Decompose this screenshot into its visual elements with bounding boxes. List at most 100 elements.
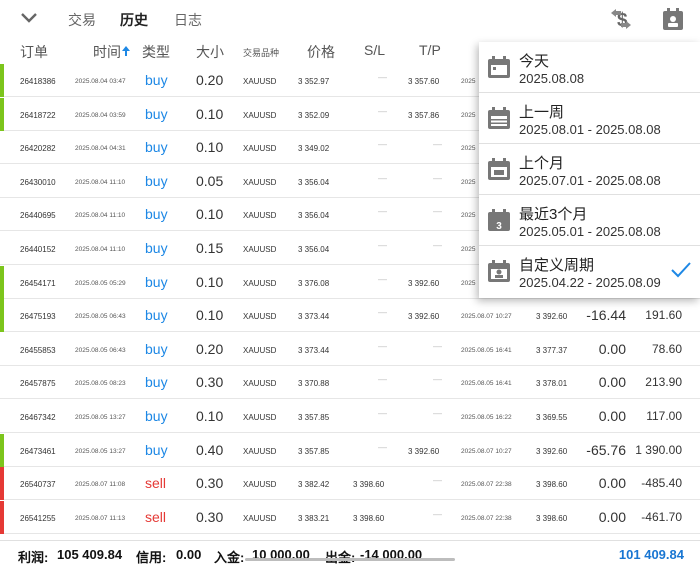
cell-size: 0.10: [196, 307, 224, 324]
period-option-range: 2025.08.08: [519, 71, 585, 86]
cell-type: buy: [145, 340, 168, 357]
cell-open-price: 3 352.97: [298, 77, 330, 86]
chevron-down-icon[interactable]: [18, 8, 40, 28]
cell-open-time: 2025.08.07 11:08: [75, 481, 126, 489]
cell-swap: -16.44: [586, 307, 626, 324]
cell-profit: 191.60: [645, 308, 682, 323]
cell-open-time: 2025.08.04 11:10: [75, 212, 126, 220]
credit-value: 0.00: [176, 547, 202, 562]
cell-take-profit: —: [433, 408, 442, 418]
period-option-range: 2025.08.01 - 2025.08.08: [519, 122, 661, 137]
cell-type: buy: [145, 408, 168, 424]
col-symbol[interactable]: 交易品种: [243, 46, 279, 59]
table-row[interactable]: 26473461 2025.08.05 13:27 buy 0.40 XAUUSD 3 3…: [0, 433, 700, 467]
period-option[interactable]: 上一周 2025.08.01 - 2025.08.08: [479, 93, 700, 144]
cell-symbol: XAUUSD: [243, 110, 277, 120]
col-type[interactable]: 类型: [142, 42, 170, 62]
col-size[interactable]: 大小: [196, 42, 224, 62]
cell-symbol: XAUUSD: [243, 379, 277, 389]
col-tp[interactable]: T/P: [419, 42, 441, 58]
cell-swap: 0.00: [598, 408, 626, 424]
cell-close-time: 2025: [461, 212, 476, 220]
cell-symbol: XAUUSD: [243, 245, 277, 254]
period-option-title: 自定义周期: [519, 257, 595, 274]
cell-take-profit: —: [433, 508, 442, 519]
top-bar: 交易 历史 日志 $: [0, 0, 700, 38]
cell-open-time: 2025.08.05 13:27: [75, 414, 126, 421]
tab-journal[interactable]: 日志: [174, 10, 202, 30]
calendar-custom-icon: [488, 260, 510, 282]
period-option[interactable]: 今天 2025.08.08: [479, 42, 700, 93]
cell-stop-loss: —: [378, 340, 387, 351]
calendar-day-icon: [488, 56, 510, 78]
period-option[interactable]: 3 最近3个月 2025.05.01 - 2025.08.08: [479, 195, 700, 246]
tab-history[interactable]: 历史: [120, 10, 148, 30]
cell-size: 0.10: [196, 105, 224, 122]
take-profit-marker: [0, 64, 4, 97]
cell-close-time: 2025: [461, 178, 476, 186]
cell-open-price: 3 357.85: [298, 446, 330, 456]
calendar-month-icon: [488, 158, 510, 180]
col-time[interactable]: 时间: [93, 42, 121, 62]
credit-label: 信用:: [136, 550, 167, 565]
cell-stop-loss: —: [378, 105, 387, 116]
cell-open-price: 3 382.42: [298, 480, 330, 490]
cell-take-profit: —: [433, 172, 442, 183]
cell-take-profit: —: [433, 340, 442, 351]
cell-type: sell: [145, 508, 167, 525]
calendar-3-months-icon: 3: [488, 209, 510, 232]
table-row[interactable]: 26540737 2025.08.07 11:08 sell 0.30 XAUUSD 3 …: [0, 467, 700, 501]
cell-ticket: 26467342: [20, 413, 56, 422]
cell-size: 0.40: [196, 441, 224, 458]
cell-type: buy: [145, 273, 168, 290]
cell-type: buy: [145, 72, 168, 88]
period-option[interactable]: 上个月 2025.07.01 - 2025.08.08: [479, 144, 700, 195]
withdrawal-label: 出金:: [325, 547, 355, 566]
table-row[interactable]: 26467342 2025.08.05 13:27 buy 0.10 XAUUSD 3 3…: [0, 400, 700, 433]
horizontal-scrollbar[interactable]: [245, 558, 455, 561]
cell-size: 0.10: [196, 206, 224, 223]
cell-swap: 0.00: [598, 374, 626, 391]
period-option-range: 2025.07.01 - 2025.08.08: [519, 173, 661, 188]
cell-close-time: 2025: [461, 111, 476, 119]
cell-stop-loss: —: [378, 273, 387, 284]
profit-value: 105 409.84: [57, 547, 123, 562]
tab-trade[interactable]: 交易: [68, 10, 96, 30]
table-row[interactable]: 26541255 2025.08.07 11:13 sell 0.30 XAUUSD 3 …: [0, 500, 700, 534]
currency-exchange-icon[interactable]: $: [608, 6, 634, 32]
cell-profit: 213.90: [645, 375, 682, 390]
cell-open-time: 2025.08.04 04:31: [75, 145, 126, 153]
cell-take-profit: —: [433, 374, 442, 385]
cell-stop-loss: —: [378, 441, 387, 452]
cell-open-price: 3 356.04: [298, 211, 330, 221]
cell-symbol: XAUUSD: [243, 144, 277, 154]
period-option[interactable]: 自定义周期 2025.04.22 - 2025.08.09: [479, 246, 700, 297]
profit-label: 利润:: [18, 550, 49, 565]
table-row[interactable]: 26457875 2025.08.05 08:23 buy 0.30 XAUUSD 3 3…: [0, 366, 700, 400]
cell-symbol: XAUUSD: [243, 345, 277, 355]
table-row[interactable]: 26455853 2025.08.05 06:43 buy 0.20 XAUUSD 3 3…: [0, 333, 700, 366]
cell-symbol: XAUUSD: [243, 177, 277, 187]
cell-stop-loss: 3 398.60: [353, 480, 385, 490]
cell-ticket: 26540737: [20, 480, 56, 490]
cell-open-time: 2025.08.04 11:10: [75, 178, 126, 186]
cell-close-price: 3 392.60: [536, 312, 568, 322]
col-price[interactable]: 价格: [307, 42, 335, 62]
period-dropdown-menu: 今天 2025.08.08 上一周 2025.08.01 - 2025.08.08 上个…: [479, 42, 700, 298]
cell-ticket: 26541255: [20, 513, 56, 523]
cell-take-profit: —: [433, 475, 442, 486]
cell-stop-loss: —: [378, 240, 387, 250]
cell-symbol: XAUUSD: [243, 211, 277, 221]
cell-take-profit: —: [433, 206, 442, 217]
cell-take-profit: 3 357.86: [408, 110, 440, 120]
cell-open-time: 2025.08.05 08:23: [75, 380, 126, 388]
cell-profit: -485.40: [641, 476, 682, 491]
cell-ticket: 26455853: [20, 345, 56, 355]
cell-open-price: 3 370.88: [298, 379, 330, 389]
col-sl[interactable]: S/L: [364, 42, 385, 58]
calendar-icon[interactable]: [660, 6, 686, 32]
cell-size: 0.30: [196, 475, 224, 492]
col-ticket[interactable]: 订单: [20, 42, 48, 62]
table-row[interactable]: 26475193 2025.08.05 06:43 buy 0.10 XAUUSD 3 3…: [0, 299, 700, 333]
cell-type: buy: [145, 206, 168, 223]
